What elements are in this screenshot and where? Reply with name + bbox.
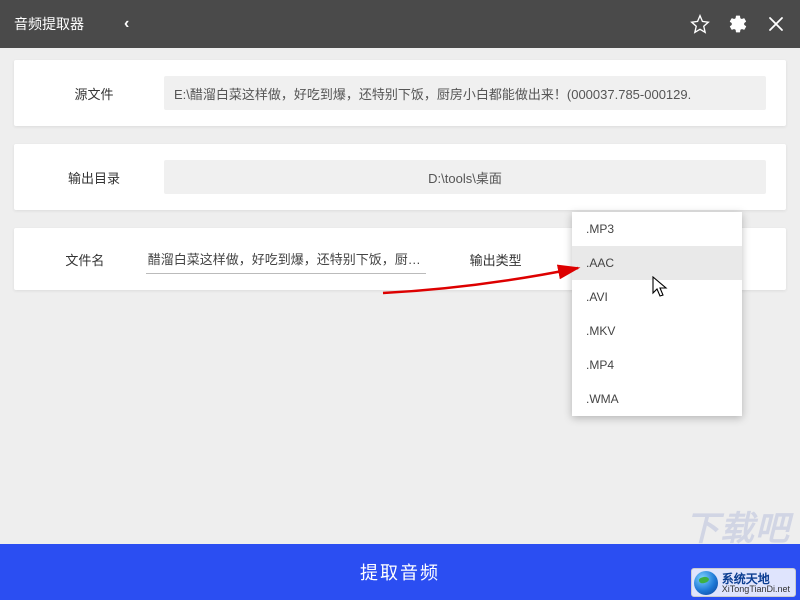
app-title: 音频提取器 bbox=[14, 14, 84, 34]
dropdown-option[interactable]: .MP4 bbox=[572, 348, 742, 382]
star-icon[interactable] bbox=[690, 14, 710, 34]
titlebar-right bbox=[690, 14, 786, 34]
titlebar-left: 音频提取器 ‹ bbox=[14, 14, 129, 34]
dropdown-option[interactable]: .MKV bbox=[572, 314, 742, 348]
output-type-dropdown[interactable]: .MP3.AAC.AVI.MKV.MP4.WMA bbox=[572, 212, 742, 416]
output-type-label: 输出类型 bbox=[446, 250, 546, 269]
dropdown-option[interactable]: .MP3 bbox=[572, 212, 742, 246]
globe-icon bbox=[694, 571, 718, 595]
source-file-row: 源文件 E:\醋溜白菜这样做，好吃到爆，还特别下饭，厨房小白都能做出来！(000… bbox=[14, 60, 786, 126]
output-dir-label: 输出目录 bbox=[34, 168, 154, 187]
app-window: 音频提取器 ‹ 源文件 E:\醋溜白菜这样做，好吃到爆，还特别下饭，厨房小白都能… bbox=[0, 0, 800, 600]
watermark-url: XiTongTianDi.net bbox=[722, 585, 790, 594]
source-file-label: 源文件 bbox=[34, 84, 154, 103]
gear-icon[interactable] bbox=[728, 14, 748, 34]
output-dir-row: 输出目录 D:\tools\桌面 bbox=[14, 144, 786, 210]
extract-audio-button[interactable]: 提取音频 bbox=[0, 544, 800, 600]
output-dir-field[interactable]: D:\tools\桌面 bbox=[164, 160, 766, 194]
site-watermark: 系统天地 XiTongTianDi.net bbox=[691, 568, 796, 597]
titlebar: 音频提取器 ‹ bbox=[0, 0, 800, 48]
filename-input[interactable] bbox=[146, 244, 426, 274]
back-button[interactable]: ‹ bbox=[124, 15, 129, 33]
close-icon[interactable] bbox=[766, 14, 786, 34]
dropdown-option[interactable]: .WMA bbox=[572, 382, 742, 416]
background-watermark-text: 下载吧 bbox=[685, 501, 790, 550]
watermark-text: 系统天地 XiTongTianDi.net bbox=[722, 573, 790, 594]
dropdown-option[interactable]: .AVI bbox=[572, 280, 742, 314]
filename-label: 文件名 bbox=[34, 250, 136, 269]
dropdown-option[interactable]: .AAC bbox=[572, 246, 742, 280]
watermark-title: 系统天地 bbox=[722, 573, 790, 585]
source-file-field[interactable]: E:\醋溜白菜这样做，好吃到爆，还特别下饭，厨房小白都能做出来！(000037.… bbox=[164, 76, 766, 110]
